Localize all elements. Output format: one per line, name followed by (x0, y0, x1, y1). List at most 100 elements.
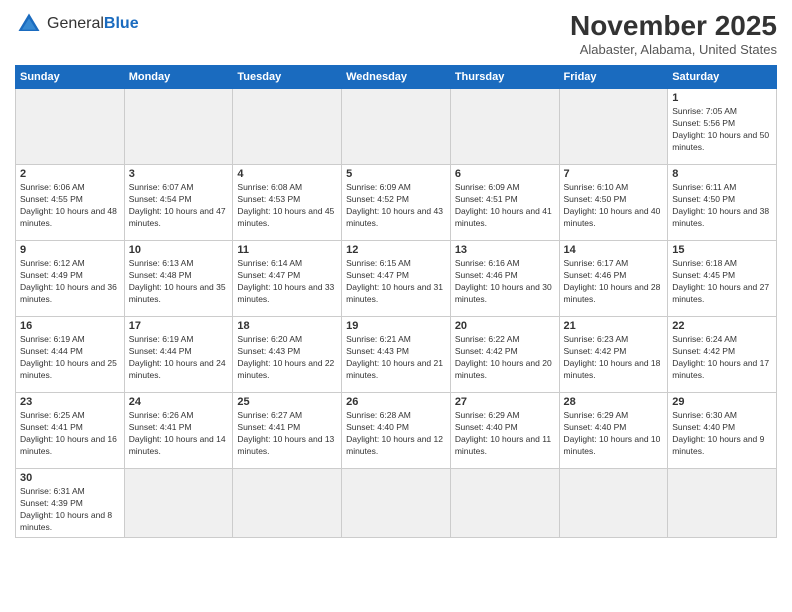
day-info: Sunrise: 6:22 AMSunset: 4:42 PMDaylight:… (455, 334, 555, 382)
day-number: 28 (564, 396, 664, 408)
calendar-cell (124, 469, 233, 538)
calendar-header-row: Sunday Monday Tuesday Wednesday Thursday… (16, 66, 777, 89)
day-info: Sunrise: 6:12 AMSunset: 4:49 PMDaylight:… (20, 258, 120, 306)
day-info: Sunrise: 6:21 AMSunset: 4:43 PMDaylight:… (346, 334, 446, 382)
calendar-week-row: 9 Sunrise: 6:12 AMSunset: 4:49 PMDaylight… (16, 241, 777, 317)
calendar-cell: 1 Sunrise: 7:05 AMSunset: 5:56 PMDaylight… (668, 89, 777, 165)
calendar-cell: 12 Sunrise: 6:15 AMSunset: 4:47 PMDayligh… (342, 241, 451, 317)
col-friday: Friday (559, 66, 668, 89)
day-number: 30 (20, 472, 120, 484)
calendar-cell (233, 469, 342, 538)
day-number: 16 (20, 320, 120, 332)
calendar-page: GeneralBlue November 2025 Alabaster, Ala… (0, 0, 792, 612)
calendar-cell: 15Sunrise: 6:18 AMSunset: 4:45 PMDayligh… (668, 241, 777, 317)
day-number: 10 (129, 244, 229, 256)
day-number: 4 (237, 168, 337, 180)
calendar-cell (559, 469, 668, 538)
day-number: 23 (20, 396, 120, 408)
day-info: Sunrise: 6:31 AMSunset: 4:39 PMDaylight:… (20, 486, 120, 534)
calendar-cell: 20Sunrise: 6:22 AMSunset: 4:42 PMDayligh… (450, 317, 559, 393)
calendar-cell: 26 Sunrise: 6:28 AMSunset: 4:40 PMDayligh… (342, 393, 451, 469)
calendar-cell: 10Sunrise: 6:13 AMSunset: 4:48 PMDayligh… (124, 241, 233, 317)
day-info: Sunrise: 6:15 AMSunset: 4:47 PMDaylight:… (346, 258, 446, 306)
month-title: November 2025 (570, 10, 777, 42)
calendar-week-row: 30 Sunrise: 6:31 AMSunset: 4:39 PMDayligh… (16, 469, 777, 538)
title-block: November 2025 Alabaster, Alabama, United… (570, 10, 777, 57)
calendar-cell: 14 Sunrise: 6:17 AMSunset: 4:46 PMDayligh… (559, 241, 668, 317)
logo-icon (15, 10, 43, 38)
calendar-cell: 11 Sunrise: 6:14 AMSunset: 4:47 PMDayligh… (233, 241, 342, 317)
calendar-cell: 2 Sunrise: 6:06 AMSunset: 4:55 PMDaylight… (16, 165, 125, 241)
calendar-cell (124, 89, 233, 165)
day-info: Sunrise: 6:28 AMSunset: 4:40 PMDaylight:… (346, 410, 446, 458)
logo: GeneralBlue (15, 10, 139, 38)
calendar-week-row: 2 Sunrise: 6:06 AMSunset: 4:55 PMDaylight… (16, 165, 777, 241)
calendar-cell (233, 89, 342, 165)
day-number: 6 (455, 168, 555, 180)
calendar-cell: 27 Sunrise: 6:29 AMSunset: 4:40 PMDayligh… (450, 393, 559, 469)
day-number: 19 (346, 320, 446, 332)
day-info: Sunrise: 6:07 AMSunset: 4:54 PMDaylight:… (129, 182, 229, 230)
calendar-cell: 8 Sunrise: 6:11 AMSunset: 4:50 PMDaylight… (668, 165, 777, 241)
col-saturday: Saturday (668, 66, 777, 89)
day-number: 12 (346, 244, 446, 256)
calendar-cell: 28 Sunrise: 6:29 AMSunset: 4:40 PMDayligh… (559, 393, 668, 469)
day-info: Sunrise: 6:26 AMSunset: 4:41 PMDaylight:… (129, 410, 229, 458)
calendar-cell: 24 Sunrise: 6:26 AMSunset: 4:41 PMDayligh… (124, 393, 233, 469)
calendar-cell: 17Sunrise: 6:19 AMSunset: 4:44 PMDayligh… (124, 317, 233, 393)
day-number: 29 (672, 396, 772, 408)
col-tuesday: Tuesday (233, 66, 342, 89)
calendar-cell: 13Sunrise: 6:16 AMSunset: 4:46 PMDayligh… (450, 241, 559, 317)
day-info: Sunrise: 6:10 AMSunset: 4:50 PMDaylight:… (564, 182, 664, 230)
calendar-cell: 30 Sunrise: 6:31 AMSunset: 4:39 PMDayligh… (16, 469, 125, 538)
day-number: 2 (20, 168, 120, 180)
day-number: 1 (672, 92, 772, 104)
calendar-cell: 29 Sunrise: 6:30 AMSunset: 4:40 PMDayligh… (668, 393, 777, 469)
day-number: 25 (237, 396, 337, 408)
calendar-cell: 3Sunrise: 6:07 AMSunset: 4:54 PMDaylight… (124, 165, 233, 241)
day-number: 9 (20, 244, 120, 256)
calendar-cell: 23Sunrise: 6:25 AMSunset: 4:41 PMDayligh… (16, 393, 125, 469)
col-sunday: Sunday (16, 66, 125, 89)
day-info: Sunrise: 6:30 AMSunset: 4:40 PMDaylight:… (672, 410, 772, 458)
col-monday: Monday (124, 66, 233, 89)
calendar-cell: 9 Sunrise: 6:12 AMSunset: 4:49 PMDaylight… (16, 241, 125, 317)
day-info: Sunrise: 7:05 AMSunset: 5:56 PMDaylight:… (672, 106, 772, 154)
calendar-table: Sunday Monday Tuesday Wednesday Thursday… (15, 65, 777, 538)
day-info: Sunrise: 6:29 AMSunset: 4:40 PMDaylight:… (564, 410, 664, 458)
day-info: Sunrise: 6:17 AMSunset: 4:46 PMDaylight:… (564, 258, 664, 306)
calendar-cell (342, 89, 451, 165)
location: Alabaster, Alabama, United States (570, 42, 777, 57)
day-number: 26 (346, 396, 446, 408)
calendar-cell: 7 Sunrise: 6:10 AMSunset: 4:50 PMDaylight… (559, 165, 668, 241)
day-info: Sunrise: 6:06 AMSunset: 4:55 PMDaylight:… (20, 182, 120, 230)
calendar-cell: 4Sunrise: 6:08 AMSunset: 4:53 PMDaylight… (233, 165, 342, 241)
day-info: Sunrise: 6:24 AMSunset: 4:42 PMDaylight:… (672, 334, 772, 382)
day-info: Sunrise: 6:16 AMSunset: 4:46 PMDaylight:… (455, 258, 555, 306)
calendar-cell: 21Sunrise: 6:23 AMSunset: 4:42 PMDayligh… (559, 317, 668, 393)
day-info: Sunrise: 6:11 AMSunset: 4:50 PMDaylight:… (672, 182, 772, 230)
calendar-cell: 6Sunrise: 6:09 AMSunset: 4:51 PMDaylight… (450, 165, 559, 241)
day-info: Sunrise: 6:14 AMSunset: 4:47 PMDaylight:… (237, 258, 337, 306)
logo-text: GeneralBlue (47, 15, 139, 33)
day-info: Sunrise: 6:20 AMSunset: 4:43 PMDaylight:… (237, 334, 337, 382)
day-number: 11 (237, 244, 337, 256)
day-number: 18 (237, 320, 337, 332)
calendar-cell: 22Sunrise: 6:24 AMSunset: 4:42 PMDayligh… (668, 317, 777, 393)
day-number: 8 (672, 168, 772, 180)
calendar-cell: 19 Sunrise: 6:21 AMSunset: 4:43 PMDayligh… (342, 317, 451, 393)
col-wednesday: Wednesday (342, 66, 451, 89)
day-number: 27 (455, 396, 555, 408)
day-info: Sunrise: 6:19 AMSunset: 4:44 PMDaylight:… (20, 334, 120, 382)
day-info: Sunrise: 6:29 AMSunset: 4:40 PMDaylight:… (455, 410, 555, 458)
calendar-cell: 16 Sunrise: 6:19 AMSunset: 4:44 PMDayligh… (16, 317, 125, 393)
day-info: Sunrise: 6:09 AMSunset: 4:52 PMDaylight:… (346, 182, 446, 230)
day-info: Sunrise: 6:19 AMSunset: 4:44 PMDaylight:… (129, 334, 229, 382)
calendar-cell (668, 469, 777, 538)
calendar-cell (450, 469, 559, 538)
calendar-cell: 25Sunrise: 6:27 AMSunset: 4:41 PMDayligh… (233, 393, 342, 469)
calendar-cell (16, 89, 125, 165)
day-number: 14 (564, 244, 664, 256)
day-number: 7 (564, 168, 664, 180)
day-number: 24 (129, 396, 229, 408)
